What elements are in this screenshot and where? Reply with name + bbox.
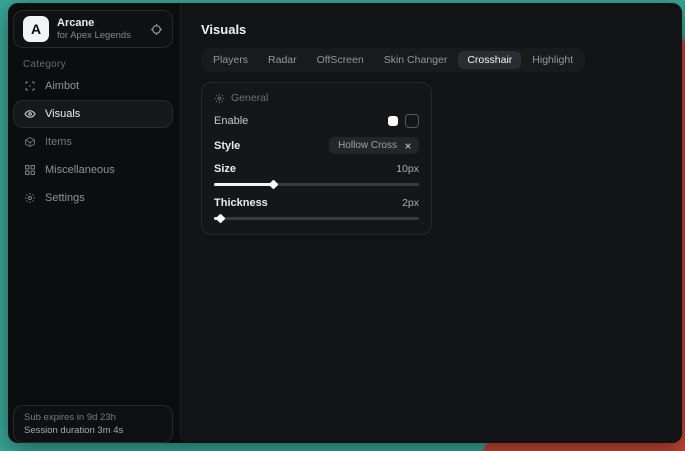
subscription-card: Sub expires in 9d 23h Session duration 3… <box>13 405 173 443</box>
tab-highlight[interactable]: Highlight <box>523 51 582 69</box>
session-duration-text: Session duration 3m 4s <box>24 425 162 436</box>
sidebar-item-label: Aimbot <box>45 80 79 92</box>
category-label: Category <box>23 59 66 70</box>
thickness-slider[interactable] <box>214 215 419 222</box>
style-row: Style Hollow Cross <box>214 137 419 154</box>
general-panel-header: General <box>214 92 419 104</box>
brand-card: A Arcane for Apex Legends <box>13 10 173 48</box>
sidebar-item-items[interactable]: Items <box>13 128 173 156</box>
tab-players[interactable]: Players <box>204 51 257 69</box>
main-panel: Visuals Players Radar OffScreen Skin Cha… <box>180 3 682 443</box>
sidebar-item-aimbot[interactable]: Aimbot <box>13 72 173 100</box>
sidebar-nav: Aimbot Visuals Items <box>13 72 173 212</box>
tab-crosshair[interactable]: Crosshair <box>458 51 521 69</box>
slider-thumb[interactable] <box>269 180 279 190</box>
thickness-row: Thickness 2px <box>214 197 419 209</box>
enable-label: Enable <box>214 115 248 127</box>
sidebar-item-visuals[interactable]: Visuals <box>13 100 173 128</box>
size-row: Size 10px <box>214 163 419 175</box>
sidebar: A Arcane for Apex Legends Category Aimbo… <box>8 3 180 443</box>
sidebar-item-label: Items <box>45 136 72 148</box>
app-subtitle: for Apex Legends <box>57 30 131 41</box>
sub-expires-text: Sub expires in 9d 23h <box>24 412 162 423</box>
eye-icon <box>24 108 36 120</box>
slider-track <box>214 217 419 220</box>
sidebar-item-label: Visuals <box>45 108 80 120</box>
thickness-label: Thickness <box>214 197 268 209</box>
general-panel-title: General <box>231 92 268 104</box>
color-swatch[interactable] <box>388 116 398 126</box>
enable-checkbox[interactable] <box>405 114 419 128</box>
size-label: Size <box>214 163 236 175</box>
sidebar-item-label: Miscellaneous <box>45 164 115 176</box>
target-icon[interactable] <box>150 23 163 36</box>
app-logo: A <box>23 16 49 42</box>
size-value: 10px <box>396 163 419 175</box>
general-panel: General Enable Style Hollow Cross <box>201 82 432 235</box>
grid-icon <box>24 164 36 176</box>
visuals-tabbar: Players Radar OffScreen Skin Changer Cro… <box>201 48 585 72</box>
style-tag-value: Hollow Cross <box>338 140 397 151</box>
sidebar-item-settings[interactable]: Settings <box>13 184 173 212</box>
slider-thumb[interactable] <box>216 214 226 224</box>
style-label: Style <box>214 140 240 152</box>
slider-fill <box>214 183 273 186</box>
gear-icon <box>24 192 36 204</box>
tab-skin-changer[interactable]: Skin Changer <box>375 51 457 69</box>
style-tag[interactable]: Hollow Cross <box>329 137 419 154</box>
app-title: Arcane <box>57 17 131 30</box>
box-icon <box>24 136 36 148</box>
thickness-value: 2px <box>402 197 419 209</box>
sidebar-item-miscellaneous[interactable]: Miscellaneous <box>13 156 173 184</box>
sidebar-item-label: Settings <box>45 192 85 204</box>
gear-icon <box>214 93 225 104</box>
enable-row: Enable <box>214 114 419 128</box>
remove-icon[interactable] <box>404 142 412 150</box>
page-title: Visuals <box>201 22 246 37</box>
tab-radar[interactable]: Radar <box>259 51 306 69</box>
size-slider[interactable] <box>214 181 419 188</box>
crosshair-icon <box>24 80 36 92</box>
tab-offscreen[interactable]: OffScreen <box>308 51 373 69</box>
app-window: A Arcane for Apex Legends Category Aimbo… <box>8 3 682 443</box>
